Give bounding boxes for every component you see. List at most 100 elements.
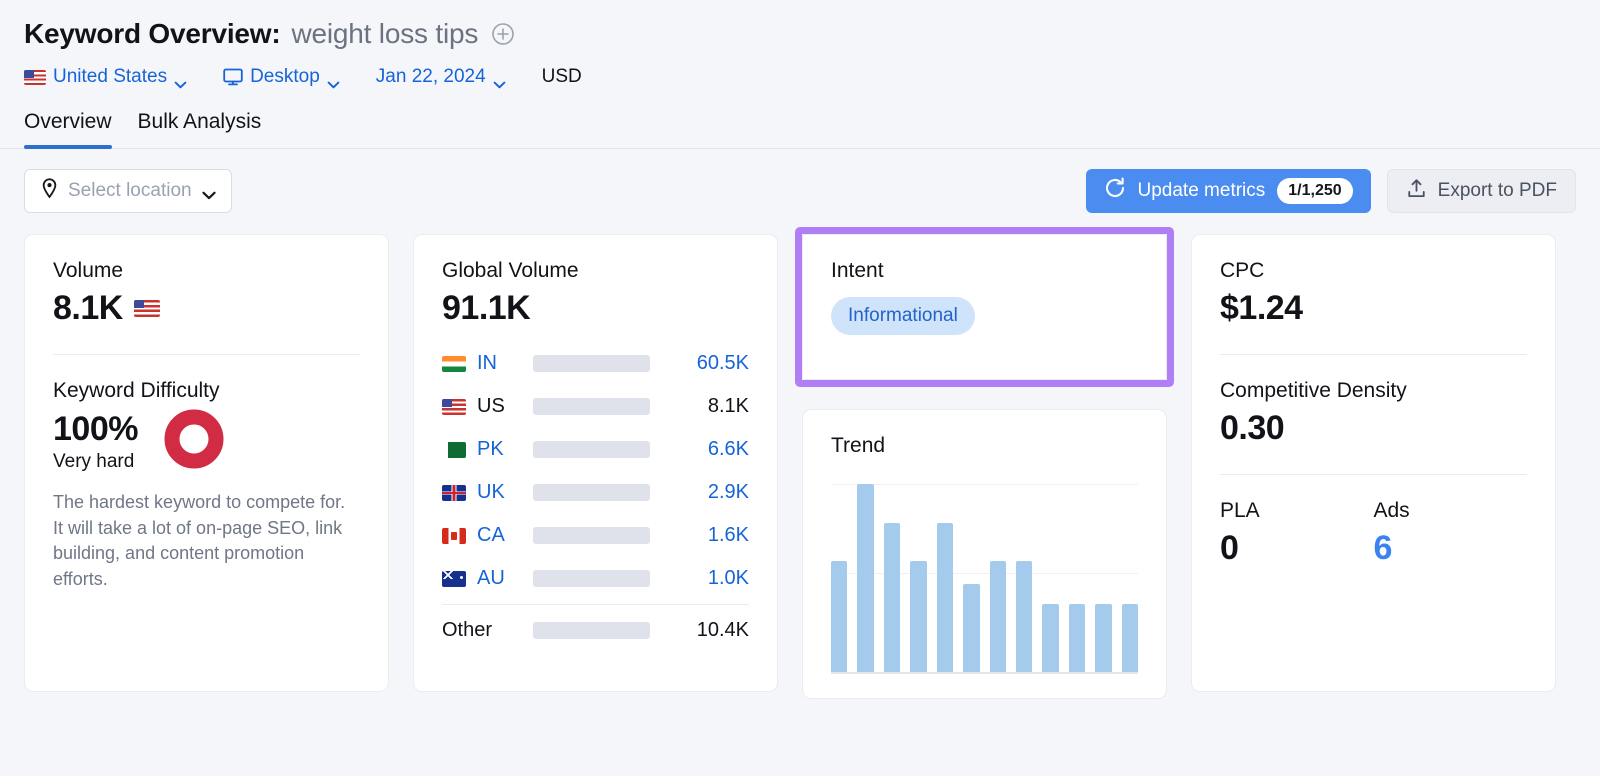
currency-label: USD — [542, 66, 582, 88]
pla-block: PLA 0 — [1220, 499, 1374, 568]
list-item[interactable]: IN 60.5K — [442, 342, 749, 385]
country-code: US — [477, 395, 533, 418]
trend-bar[interactable] — [831, 561, 847, 672]
competitive-density-value: 0.30 — [1220, 409, 1527, 448]
global-volume-list: IN 60.5K US 8.1K PK 6.6K — [442, 342, 749, 652]
volume-bar-track — [533, 570, 650, 587]
trend-bar[interactable] — [990, 561, 1006, 672]
location-placeholder: Select location — [68, 180, 192, 202]
ads-value[interactable]: 6 — [1374, 529, 1528, 568]
volume-bar-track — [533, 441, 650, 458]
intent-card: Intent Informational — [802, 234, 1167, 380]
chevron-down-icon — [327, 73, 340, 81]
keyword-difficulty-description: The hardest keyword to compete for. It w… — [53, 490, 360, 592]
country-code: CA — [477, 524, 533, 547]
device-label: Desktop — [250, 66, 320, 88]
page-header: Keyword Overview: weight loss tips Unite… — [0, 0, 1600, 88]
volume-card: Volume 8.1K Keyword Difficulty 100% Very… — [24, 234, 389, 692]
list-item[interactable]: UK 2.9K — [442, 471, 749, 514]
tab-bulk-analysis[interactable]: Bulk Analysis — [138, 110, 262, 148]
ca-flag-icon — [442, 528, 466, 544]
list-item[interactable]: US 8.1K — [442, 385, 749, 428]
keyword-difficulty-values: 100% Very hard — [53, 410, 138, 473]
country-code: UK — [477, 481, 533, 504]
keyword-difficulty-value: 100% — [53, 410, 138, 449]
list-item-other: Other 10.4K — [442, 609, 749, 652]
trend-label: Trend — [831, 434, 1138, 458]
volume-bar-track — [533, 355, 650, 372]
us-flag-icon — [442, 399, 466, 415]
trend-bar[interactable] — [963, 584, 979, 672]
header-filters: United States Desktop Jan 22, 2024 — [24, 66, 1600, 88]
trend-bar[interactable] — [1042, 604, 1058, 672]
difficulty-donut-icon — [164, 409, 224, 474]
trend-bar[interactable] — [910, 561, 926, 672]
volume-value-row: 8.1K — [53, 289, 360, 328]
trend-bar[interactable] — [1122, 604, 1138, 672]
keyword-difficulty-label: Keyword Difficulty — [53, 379, 360, 403]
trend-bar[interactable] — [857, 484, 873, 672]
competitive-density-label: Competitive Density — [1220, 379, 1527, 403]
country-volume: 60.5K — [697, 352, 749, 375]
intent-chip[interactable]: Informational — [831, 297, 975, 335]
volume-bar-track — [533, 622, 650, 639]
list-item[interactable]: AU 1.0K — [442, 557, 749, 600]
trend-bar[interactable] — [1095, 604, 1111, 672]
volume-bar-track — [533, 484, 650, 501]
trend-bar[interactable] — [1069, 604, 1085, 672]
cpc-divider-2 — [1220, 474, 1527, 475]
trend-bars — [831, 484, 1138, 672]
toolbar-actions: Update metrics 1/1,250 Export to PDF — [1086, 169, 1577, 213]
chevron-down-icon — [174, 73, 187, 81]
volume-value: 8.1K — [53, 289, 123, 328]
update-metrics-label: Update metrics — [1138, 180, 1266, 202]
page-title-prefix: Keyword Overview: — [24, 18, 280, 50]
cpc-value: $1.24 — [1220, 289, 1527, 328]
global-volume-card: Global Volume 91.1K IN 60.5K US 8.1K — [413, 234, 778, 692]
global-volume-divider — [442, 604, 749, 605]
ads-label: Ads — [1374, 499, 1528, 523]
country-code: IN — [477, 352, 533, 375]
update-metrics-count: 1/1,250 — [1277, 178, 1352, 204]
au-flag-icon — [442, 571, 466, 587]
pla-label: PLA — [1220, 499, 1374, 523]
trend-bar[interactable] — [1016, 561, 1032, 672]
trend-bar[interactable] — [937, 523, 953, 672]
in-flag-icon — [442, 356, 466, 372]
pk-flag-icon — [442, 442, 466, 458]
page-title: Keyword Overview: weight loss tips — [24, 18, 1600, 50]
device-selector[interactable]: Desktop — [223, 66, 340, 88]
country-volume: 1.0K — [708, 567, 749, 590]
tab-bar-divider — [0, 148, 1600, 149]
plus-circle-icon[interactable] — [491, 22, 515, 46]
intent-trend-column: Intent Informational Trend — [802, 234, 1167, 692]
trend-chart — [831, 484, 1138, 674]
upload-icon — [1406, 178, 1427, 205]
location-selector[interactable]: Select location — [24, 169, 232, 213]
list-item[interactable]: PK 6.6K — [442, 428, 749, 471]
other-volume: 10.4K — [697, 619, 749, 642]
page-title-keyword: weight loss tips — [291, 18, 478, 50]
pla-value: 0 — [1220, 529, 1374, 568]
date-selector[interactable]: Jan 22, 2024 — [376, 66, 506, 88]
chevron-down-icon — [493, 73, 506, 81]
update-metrics-button[interactable]: Update metrics 1/1,250 — [1086, 169, 1371, 213]
metrics-cards: Volume 8.1K Keyword Difficulty 100% Very… — [0, 213, 1600, 692]
ads-block: Ads 6 — [1374, 499, 1528, 568]
cpc-divider-1 — [1220, 354, 1527, 355]
export-pdf-button[interactable]: Export to PDF — [1387, 169, 1576, 213]
list-item[interactable]: CA 1.6K — [442, 514, 749, 557]
refresh-icon — [1104, 177, 1126, 205]
tab-overview[interactable]: Overview — [24, 110, 112, 148]
tab-bulk-analysis-label: Bulk Analysis — [138, 110, 262, 133]
keyword-overview-page: Keyword Overview: weight loss tips Unite… — [0, 0, 1600, 776]
volume-bar-track — [533, 398, 650, 415]
country-volume: 1.6K — [708, 524, 749, 547]
monitor-icon — [223, 68, 243, 86]
volume-label: Volume — [53, 259, 360, 283]
tab-bar: Overview Bulk Analysis — [0, 110, 1600, 149]
trend-bar[interactable] — [884, 523, 900, 672]
chart-axis — [831, 672, 1138, 674]
database-selector[interactable]: United States — [24, 66, 187, 88]
volume-bar-track — [533, 527, 650, 544]
